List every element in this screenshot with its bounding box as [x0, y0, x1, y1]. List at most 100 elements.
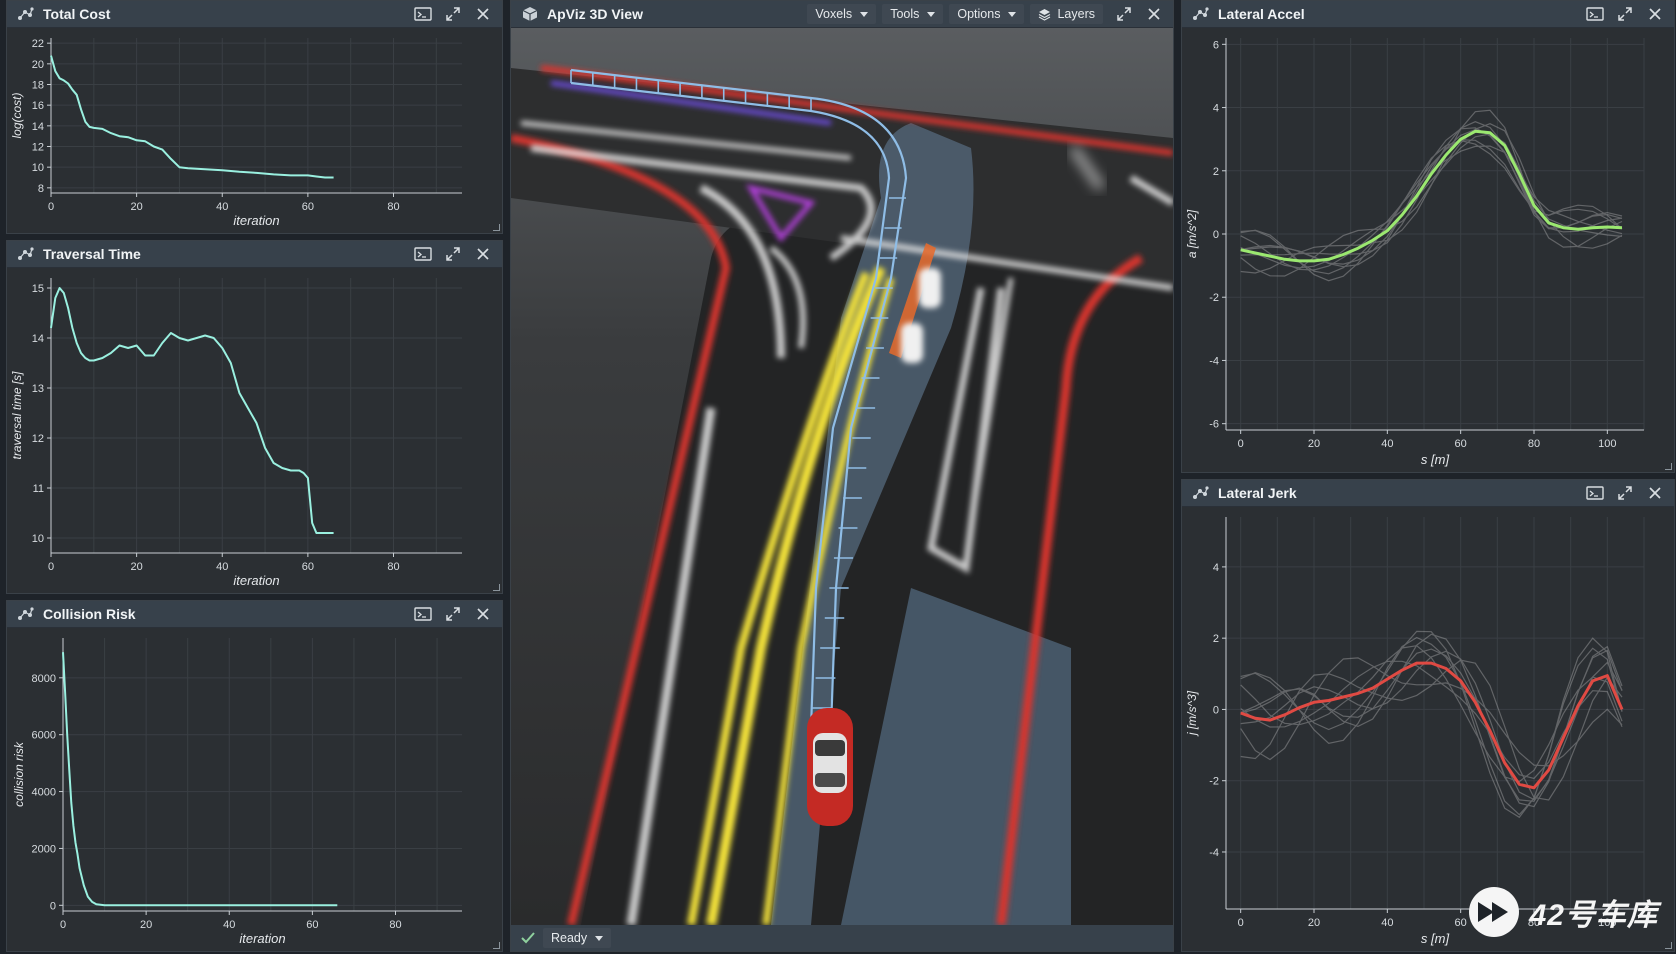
- close-icon: [477, 608, 489, 620]
- x-tick-label: 80: [389, 919, 401, 931]
- x-tick-label: 60: [306, 919, 318, 931]
- y-tick-label: 13: [32, 383, 44, 395]
- apviz-3d-view-titlebar[interactable]: ApViz 3D View Voxels Tools Options Layer…: [511, 1, 1173, 28]
- tools-menu[interactable]: Tools: [882, 4, 944, 24]
- collision-risk-chart: 0 20 40 60 80 0 2000 4000 6000 8000 iteration colli…: [12, 638, 462, 946]
- resize-handle[interactable]: [493, 942, 500, 949]
- close-icon: [477, 8, 489, 20]
- check-icon: [521, 932, 535, 944]
- lateral-accel-plot[interactable]: 0 20 40 60 80 100 -6 -4 -2 0 2 4 6 s [m] a [m/s^2]: [1182, 28, 1674, 472]
- panel-title: Total Cost: [43, 6, 111, 22]
- x-tick-label: 20: [131, 201, 143, 213]
- close-button[interactable]: [1640, 1, 1670, 27]
- total-cost-plot[interactable]: 0 20 40 60 80 8 10 12 14 16 18 20 22 iteration log(cos…: [7, 28, 502, 233]
- x-tick-label: 80: [1528, 438, 1540, 450]
- panel-title: Lateral Accel: [1218, 6, 1305, 22]
- layers-menu[interactable]: Layers: [1030, 4, 1103, 24]
- lateral-accel-panel: Lateral Accel 0 20 40 60 80 100 -6 -4 -2 0 2 4 6 s [m…: [1181, 0, 1675, 473]
- x-tick-label: 40: [223, 919, 235, 931]
- scatter-plot-icon: [17, 245, 35, 263]
- close-button[interactable]: [1139, 1, 1169, 27]
- close-button[interactable]: [468, 241, 498, 267]
- collision-risk-titlebar[interactable]: Collision Risk: [7, 601, 502, 628]
- layers-icon: [1039, 8, 1051, 21]
- voxels-menu-label: Voxels: [815, 7, 853, 21]
- y-tick-label: 10: [32, 162, 44, 174]
- lateral-jerk-panel: Lateral Jerk 0 20 40 60 80 100 -4 -2 0 2 4 s [m] j […: [1181, 479, 1675, 952]
- lateral-accel-titlebar[interactable]: Lateral Accel: [1182, 1, 1674, 28]
- y-tick-label: 0: [1213, 704, 1219, 716]
- y-tick-label: 16: [32, 100, 44, 112]
- y-tick-label: 6000: [32, 730, 56, 742]
- status-dropdown[interactable]: Ready: [543, 928, 612, 948]
- y-tick-label: 8000: [32, 673, 56, 685]
- y-tick-label: 12: [32, 433, 44, 445]
- close-button[interactable]: [468, 1, 498, 27]
- total-cost-titlebar[interactable]: Total Cost: [7, 1, 502, 28]
- layers-menu-label: Layers: [1057, 7, 1095, 21]
- resize-handle[interactable]: [493, 224, 500, 231]
- maximize-button[interactable]: [1610, 480, 1640, 506]
- y-tick-label: 2000: [32, 843, 56, 855]
- y-tick-label: 18: [32, 80, 44, 92]
- collision-risk-plot[interactable]: 0 20 40 60 80 0 2000 4000 6000 8000 iteration colli…: [7, 628, 502, 951]
- x-axis-label: iteration: [233, 573, 279, 588]
- panel-title: ApViz 3D View: [547, 6, 643, 22]
- maximize-button[interactable]: [438, 241, 468, 267]
- close-button[interactable]: [468, 601, 498, 627]
- options-menu-label: Options: [957, 7, 1001, 21]
- scatter-plot-icon: [17, 605, 35, 623]
- y-axis-label: j [m/s^3]: [1185, 690, 1199, 737]
- resize-handle[interactable]: [1665, 942, 1672, 949]
- x-tick-label: 0: [48, 201, 54, 213]
- console-icon: [414, 7, 432, 21]
- plot-area: [51, 38, 462, 193]
- traversal-time-titlebar[interactable]: Traversal Time: [7, 241, 502, 268]
- console-icon: [414, 607, 432, 621]
- y-tick-label: 0: [1213, 229, 1219, 241]
- 3d-viewport[interactable]: [511, 28, 1173, 925]
- watermark: 42号车库: [1466, 884, 1658, 940]
- voxels-menu[interactable]: Voxels: [807, 4, 877, 24]
- expand-icon: [1618, 7, 1632, 21]
- maximize-button[interactable]: [1610, 1, 1640, 27]
- x-tick-label: 80: [387, 201, 399, 213]
- y-tick-label: 20: [32, 59, 44, 71]
- console-icon: [1586, 486, 1604, 500]
- x-tick-label: 40: [216, 561, 228, 573]
- scatter-plot-icon: [17, 5, 35, 23]
- y-tick-label: 12: [32, 142, 44, 154]
- y-axis-label: traversal time [s]: [10, 371, 24, 460]
- y-tick-label: 10: [32, 533, 44, 545]
- x-tick-label: 0: [1238, 438, 1244, 450]
- console-button[interactable]: [408, 1, 438, 27]
- console-button[interactable]: [1580, 480, 1610, 506]
- lateral-jerk-titlebar[interactable]: Lateral Jerk: [1182, 480, 1674, 507]
- resize-handle[interactable]: [493, 584, 500, 591]
- y-tick-label: -2: [1209, 292, 1219, 304]
- apviz-3d-view-panel: ApViz 3D View Voxels Tools Options Layer…: [510, 0, 1174, 952]
- expand-icon: [446, 7, 460, 21]
- console-button[interactable]: [1580, 1, 1610, 27]
- maximize-button[interactable]: [1109, 1, 1139, 27]
- maximize-button[interactable]: [438, 601, 468, 627]
- expand-icon: [1117, 7, 1131, 21]
- traversal-time-plot[interactable]: 0 20 40 60 80 10 11 12 13 14 15 iteration traversal …: [7, 268, 502, 593]
- x-tick-label: 20: [1308, 438, 1320, 450]
- options-menu[interactable]: Options: [949, 4, 1025, 24]
- chevron-down-icon: [1008, 11, 1017, 17]
- y-tick-label: 14: [32, 121, 44, 133]
- maximize-button[interactable]: [438, 1, 468, 27]
- x-tick-label: 60: [302, 201, 314, 213]
- x-tick-label: 20: [131, 561, 143, 573]
- console-button[interactable]: [408, 601, 438, 627]
- y-axis-label: log(cost): [10, 92, 24, 138]
- ego-vehicle: [807, 708, 853, 826]
- x-tick-label: 60: [302, 561, 314, 573]
- resize-handle[interactable]: [1665, 463, 1672, 470]
- y-tick-label: 2: [1213, 166, 1219, 178]
- chevron-down-icon: [595, 935, 604, 941]
- close-button[interactable]: [1640, 480, 1670, 506]
- console-button[interactable]: [408, 241, 438, 267]
- scatter-plot-icon: [1192, 5, 1210, 23]
